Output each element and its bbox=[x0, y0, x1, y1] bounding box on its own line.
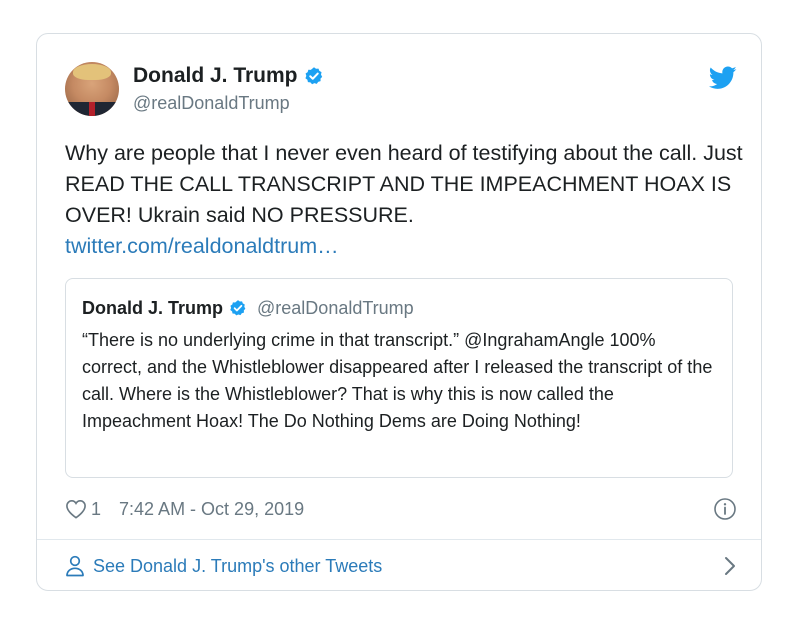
quoted-author-name: Donald J. Trump bbox=[82, 297, 224, 318]
twitter-bird-icon[interactable] bbox=[709, 66, 737, 90]
other-tweets-label[interactable]: See Donald J. Trump's other Tweets bbox=[93, 556, 382, 577]
quoted-tweet[interactable]: Donald J. Trump @realDonaldTrump “There … bbox=[65, 278, 733, 478]
heart-icon[interactable] bbox=[65, 499, 87, 519]
other-tweets-link[interactable]: See Donald J. Trump's other Tweets bbox=[65, 541, 745, 591]
quoted-author-handle: @realDonaldTrump bbox=[257, 297, 414, 318]
person-icon bbox=[66, 555, 84, 577]
chevron-right-icon[interactable] bbox=[723, 556, 737, 576]
info-icon[interactable] bbox=[713, 497, 737, 521]
author-handle[interactable]: @realDonaldTrump bbox=[133, 93, 290, 114]
tweet-timestamp[interactable]: 7:42 AM - Oct 29, 2019 bbox=[119, 499, 304, 520]
tweet-text: Why are people that I never even heard o… bbox=[65, 141, 743, 227]
tweet-link[interactable]: twitter.com/realdonaldtrum… bbox=[65, 231, 745, 262]
author-display-name[interactable]: Donald J. Trump bbox=[133, 64, 298, 88]
tweet-meta: 1 7:42 AM - Oct 29, 2019 bbox=[65, 496, 737, 522]
like-count[interactable]: 1 bbox=[91, 499, 101, 520]
footer-divider bbox=[37, 539, 761, 540]
verified-badge-icon bbox=[230, 300, 246, 316]
quoted-tweet-header: Donald J. Trump @realDonaldTrump bbox=[82, 295, 716, 321]
avatar[interactable] bbox=[65, 62, 119, 116]
tweet-header: Donald J. Trump @realDonaldTrump bbox=[65, 62, 737, 122]
author-name-row: Donald J. Trump bbox=[133, 64, 324, 88]
verified-badge-icon bbox=[304, 67, 322, 85]
quoted-tweet-text: “There is no underlying crime in that tr… bbox=[82, 330, 713, 431]
avatar-tie bbox=[89, 102, 95, 116]
tweet-body: Why are people that I never even heard o… bbox=[65, 138, 745, 262]
embedded-tweet-card: Donald J. Trump @realDonaldTrump Why are… bbox=[36, 33, 762, 591]
avatar-hair bbox=[73, 64, 111, 80]
